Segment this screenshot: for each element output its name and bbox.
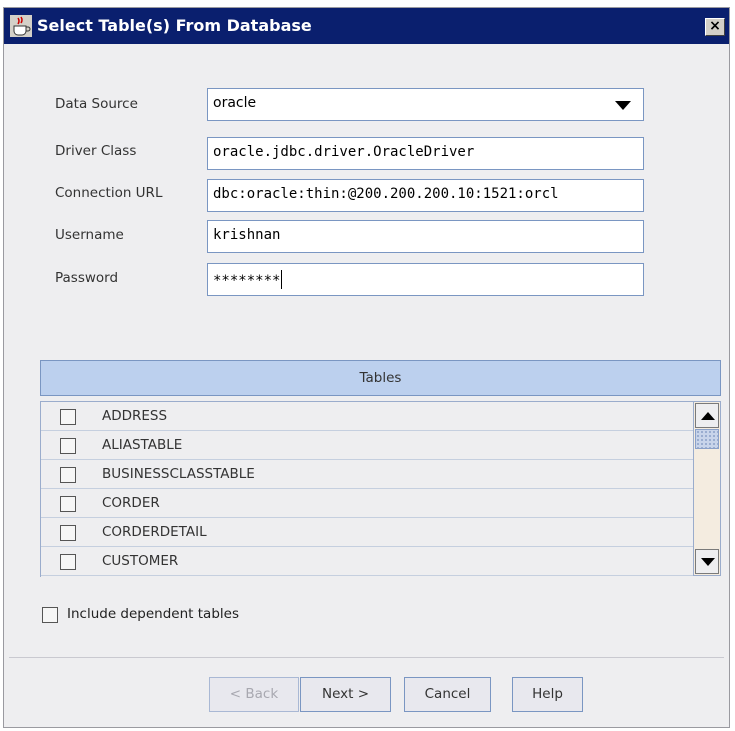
driver-class-label: Driver Class <box>55 143 137 159</box>
table-checkbox[interactable] <box>60 467 76 483</box>
include-dependent-label[interactable]: Include dependent tables <box>67 606 239 622</box>
table-name: ADDRESS <box>102 408 168 424</box>
dialog-window: Select Table(s) From Database × Data Sou… <box>3 7 730 728</box>
table-checkbox[interactable] <box>60 554 76 570</box>
data-source-select[interactable]: oracle <box>207 88 644 121</box>
window-title: Select Table(s) From Database <box>37 16 312 35</box>
username-label: Username <box>55 227 124 243</box>
username-input[interactable]: krishnan <box>207 220 644 253</box>
table-name: CORDERDETAIL <box>102 524 207 540</box>
table-row[interactable]: ADDRESS <box>41 402 694 431</box>
table-row[interactable]: CORDER <box>41 489 694 518</box>
title-bar[interactable]: Select Table(s) From Database × <box>4 8 729 44</box>
table-checkbox[interactable] <box>60 525 76 541</box>
table-name: CORDER <box>102 495 160 511</box>
scroll-thumb[interactable] <box>695 429 719 449</box>
close-button[interactable]: × <box>705 18 725 36</box>
driver-class-input[interactable]: oracle.jdbc.driver.OracleDriver <box>207 137 644 170</box>
table-name: ALIASTABLE <box>102 437 183 453</box>
password-input[interactable]: ******** <box>207 263 644 296</box>
arrow-down-icon <box>701 558 715 566</box>
password-label: Password <box>55 270 119 286</box>
text-caret <box>281 270 283 289</box>
table-row[interactable]: ALIASTABLE <box>41 431 694 460</box>
scroll-up-button[interactable] <box>695 403 719 428</box>
data-source-label: Data Source <box>55 96 138 112</box>
tables-header[interactable]: Tables <box>40 360 721 396</box>
connection-url-input[interactable]: dbc:oracle:thin:@200.200.200.10:1521:orc… <box>207 179 644 212</box>
table-row[interactable]: CUSTOMER <box>41 547 694 576</box>
table-name: BUSINESSCLASSTABLE <box>102 466 255 482</box>
tables-list[interactable]: ADDRESS ALIASTABLE BUSINESSCLASSTABLE CO… <box>40 401 694 577</box>
table-checkbox[interactable] <box>60 409 76 425</box>
cancel-button[interactable]: Cancel <box>404 677 491 712</box>
scroll-down-button[interactable] <box>695 549 719 574</box>
divider <box>9 657 724 658</box>
table-checkbox[interactable] <box>60 496 76 512</box>
tables-scrollbar[interactable] <box>693 401 721 576</box>
next-button[interactable]: Next > <box>300 677 391 712</box>
include-dependent-checkbox[interactable] <box>42 607 58 623</box>
back-button[interactable]: < Back <box>209 677 299 712</box>
table-row[interactable]: BUSINESSCLASSTABLE <box>41 460 694 489</box>
dropdown-arrow-icon[interactable] <box>615 101 631 110</box>
connection-url-label: Connection URL <box>55 185 163 201</box>
password-mask: ******** <box>213 273 281 289</box>
data-source-value: oracle <box>213 95 257 111</box>
java-cup-icon <box>10 15 32 37</box>
arrow-up-icon <box>701 412 715 420</box>
help-button[interactable]: Help <box>512 677 583 712</box>
table-name: CUSTOMER <box>102 553 179 569</box>
table-checkbox[interactable] <box>60 438 76 454</box>
table-row[interactable]: CORDERDETAIL <box>41 518 694 547</box>
